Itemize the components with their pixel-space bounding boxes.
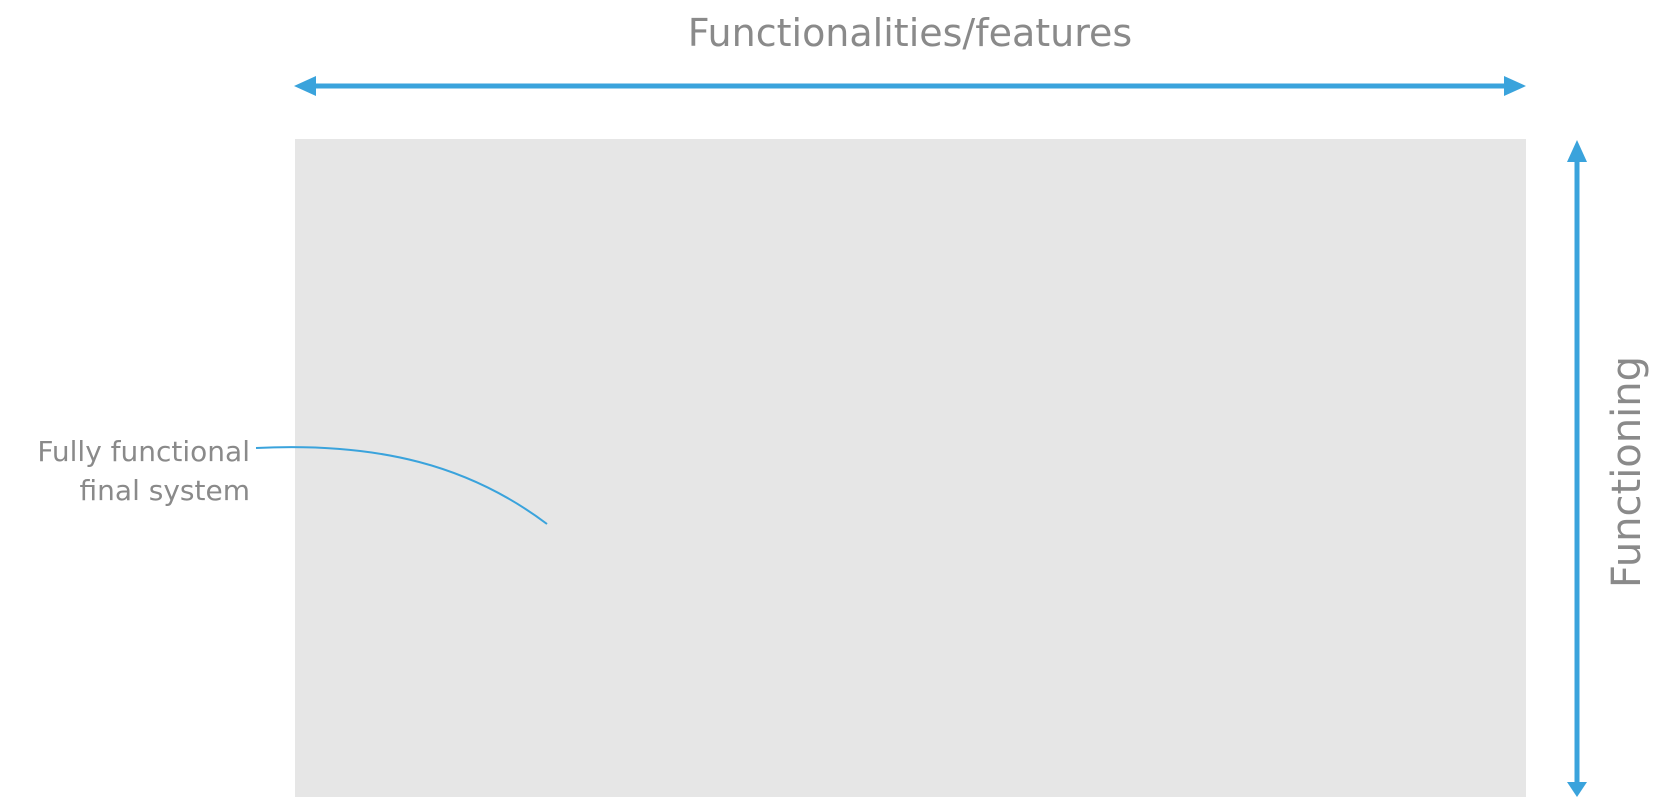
callout-label-line-1: Fully functional	[37, 435, 250, 468]
vertical-double-arrow	[1567, 140, 1587, 797]
diagram-canvas: Functionalities/features Functioning Ful…	[37, 11, 1650, 797]
arrow-up-head-icon	[1567, 140, 1587, 162]
horizontal-double-arrow	[294, 76, 1526, 96]
arrow-left-head-icon	[294, 76, 316, 96]
system-area	[295, 139, 1526, 797]
callout-label-line-2: final system	[80, 474, 250, 507]
arrow-down-head-icon	[1567, 782, 1587, 797]
x-axis-label: Functionalities/features	[688, 11, 1132, 55]
y-axis-label: Functioning	[1604, 356, 1650, 588]
arrow-right-head-icon	[1504, 76, 1526, 96]
